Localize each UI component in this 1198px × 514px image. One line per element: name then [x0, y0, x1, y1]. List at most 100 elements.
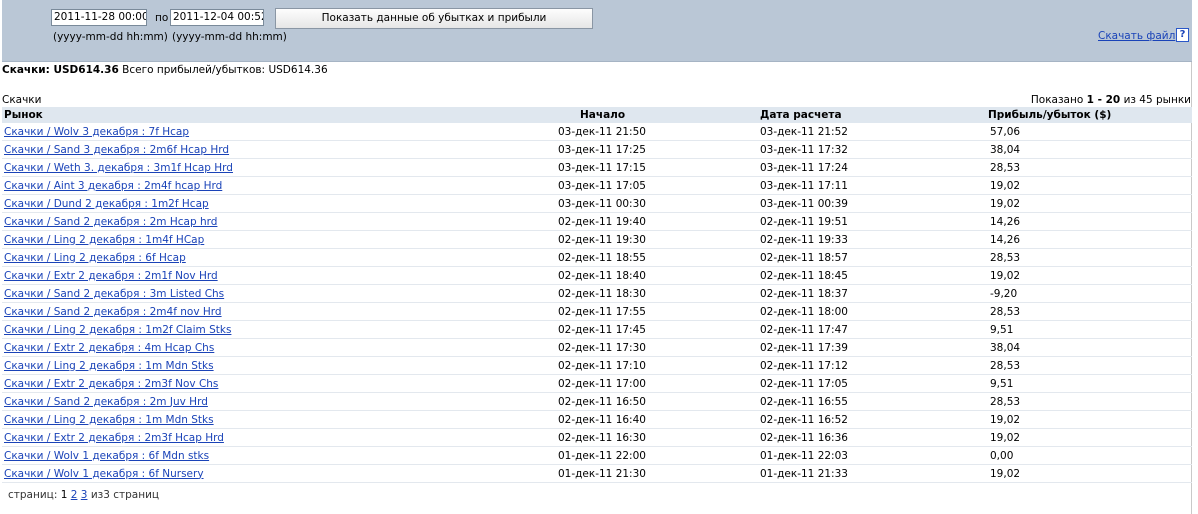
market-link[interactable]: Скачки / Extr 2 декабря : 2m3f Nov Chs	[4, 378, 218, 390]
market-link[interactable]: Скачки / Sand 3 декабря : 2m6f Hcap Hrd	[4, 144, 229, 156]
start-time-cell: 02-дек-11 19:30	[558, 230, 648, 249]
date-from-format-hint: (yyyy-mm-dd hh:mm)	[53, 31, 168, 43]
pl-cell: 19,02	[896, 194, 1192, 213]
market-link[interactable]: Скачки / Extr 2 декабря : 2m1f Nov Hrd	[4, 270, 218, 282]
market-link[interactable]: Скачки / Ling 2 декабря : 6f Hcap	[4, 252, 186, 264]
results-count: Показано 1 - 20 из 45 рынки	[1031, 94, 1191, 106]
market-link[interactable]: Скачки / Ling 2 декабря : 1m4f HCap	[4, 234, 204, 246]
table-row: Скачки / Sand 3 декабря : 2m6f Hcap Hrd 0…	[2, 140, 1192, 159]
settled-time-cell: 03-дек-11 17:11	[648, 176, 896, 195]
market-link[interactable]: Скачки / Sand 2 декабря : 3m Listed Chs	[4, 288, 224, 300]
start-time-cell: 02-дек-11 17:45	[558, 320, 648, 339]
settled-time-cell: 02-дек-11 18:57	[648, 248, 896, 267]
pl-cell: 19,02	[896, 176, 1192, 195]
pl-cell: 14,26	[896, 212, 1192, 231]
settled-time-cell: 03-дек-11 17:32	[648, 140, 896, 159]
start-time-cell: 02-дек-11 17:10	[558, 356, 648, 375]
pnl-page: 2011-11-28 00:00 по 2011-12-04 00:52 (yy…	[0, 0, 1198, 514]
market-cell: Скачки / Wolv 1 декабря : 6f Nursery	[2, 464, 558, 483]
settled-time-cell: 02-дек-11 18:45	[648, 266, 896, 285]
start-time-cell: 02-дек-11 16:30	[558, 428, 648, 447]
pl-cell: 19,02	[896, 266, 1192, 285]
pl-cell: 19,02	[896, 428, 1192, 447]
section-label: Скачки	[2, 94, 42, 106]
market-link[interactable]: Скачки / Wolv 3 декабря : 7f Hcap	[4, 126, 189, 138]
market-link[interactable]: Скачки / Wolv 1 декабря : 6f Nursery	[4, 468, 204, 480]
market-cell: Скачки / Wolv 1 декабря : 6f Mdn stks	[2, 446, 558, 465]
help-icon[interactable]: ?	[1176, 28, 1189, 42]
market-link[interactable]: Скачки / Extr 2 декабря : 2m3f Hcap Hrd	[4, 432, 224, 444]
header-start: Начало	[558, 107, 648, 123]
start-time-cell: 03-дек-11 17:15	[558, 158, 648, 177]
market-link[interactable]: Скачки / Aint 3 декабря : 2m4f hcap Hrd	[4, 180, 222, 192]
category-total: Скачки: USD614.36	[2, 64, 119, 76]
grand-total-label: Всего прибылей/убытков:	[122, 64, 266, 76]
date-from-input[interactable]: 2011-11-28 00:00	[51, 9, 147, 26]
table-row: Скачки / Sand 2 декабря : 2m4f nov Hrd 02…	[2, 302, 1192, 321]
market-link[interactable]: Скачки / Dund 2 декабря : 1m2f Hcap	[4, 198, 209, 210]
pl-cell: 9,51	[896, 320, 1192, 339]
pl-cell: 38,04	[896, 338, 1192, 357]
market-cell: Скачки / Sand 2 декабря : 2m Hcap hrd	[2, 212, 558, 231]
pagination-total: из3 страниц	[90, 489, 160, 501]
start-time-cell: 03-дек-11 17:25	[558, 140, 648, 159]
start-time-cell: 03-дек-11 00:30	[558, 194, 648, 213]
pl-cell: 28,53	[896, 158, 1192, 177]
settled-time-cell: 02-дек-11 16:36	[648, 428, 896, 447]
table-row: Скачки / Ling 2 декабря : 1m Mdn Stks 02-…	[2, 356, 1192, 375]
start-time-cell: 01-дек-11 22:00	[558, 446, 648, 465]
settled-time-cell: 02-дек-11 17:39	[648, 338, 896, 357]
settled-time-cell: 03-дек-11 00:39	[648, 194, 896, 213]
market-link[interactable]: Скачки / Sand 2 декабря : 2m Hcap hrd	[4, 216, 217, 228]
pl-cell: 14,26	[896, 230, 1192, 249]
settled-time-cell: 01-дек-11 21:33	[648, 464, 896, 483]
pl-cell: 19,02	[896, 464, 1192, 483]
market-link[interactable]: Скачки / Ling 2 декабря : 1m Mdn Stks	[4, 414, 214, 426]
market-cell: Скачки / Aint 3 декабря : 2m4f hcap Hrd	[2, 176, 558, 195]
grand-total-value: USD614.36	[268, 64, 328, 76]
header-market: Рынок	[2, 107, 558, 123]
pagination-label: страниц:	[8, 489, 58, 501]
market-link[interactable]: Скачки / Ling 2 декабря : 1m2f Claim Stk…	[4, 324, 231, 336]
pl-cell: 0,00	[896, 446, 1192, 465]
table-row: Скачки / Wolv 1 декабря : 6f Mdn stks 01-…	[2, 446, 1192, 465]
table-header-row: Рынок Начало Дата расчета Прибыль/убыток…	[2, 107, 1192, 123]
start-time-cell: 02-дек-11 19:40	[558, 212, 648, 231]
settled-time-cell: 03-дек-11 17:24	[648, 158, 896, 177]
results-count-suffix: из 45 рынки	[1123, 94, 1191, 106]
start-time-cell: 02-дек-11 18:30	[558, 284, 648, 303]
market-link[interactable]: Скачки / Extr 2 декабря : 4m Hcap Chs	[4, 342, 214, 354]
table-row: Скачки / Ling 2 декабря : 1m4f HCap 02-де…	[2, 230, 1192, 249]
settled-time-cell: 03-дек-11 21:52	[648, 123, 896, 141]
header-pl: Прибыль/убыток ($)	[896, 107, 1192, 123]
pl-cell: -9,20	[896, 284, 1192, 303]
settled-time-cell: 01-дек-11 22:03	[648, 446, 896, 465]
market-cell: Скачки / Ling 2 декабря : 1m2f Claim Stk…	[2, 320, 558, 339]
market-link[interactable]: Скачки / Sand 2 декабря : 2m Juv Hrd	[4, 396, 208, 408]
market-cell: Скачки / Extr 2 декабря : 4m Hcap Chs	[2, 338, 558, 357]
show-pnl-button[interactable]: Показать данные об убытках и прибыли	[275, 8, 593, 29]
start-time-cell: 02-дек-11 17:55	[558, 302, 648, 321]
table-row: Скачки / Sand 2 декабря : 3m Listed Chs 0…	[2, 284, 1192, 303]
table-row: Скачки / Ling 2 декабря : 1m Mdn Stks 02-…	[2, 410, 1192, 429]
pnl-summary: Скачки: USD614.36 Всего прибылей/убытков…	[2, 64, 328, 76]
market-link[interactable]: Скачки / Wolv 1 декабря : 6f Mdn stks	[4, 450, 209, 462]
settled-time-cell: 02-дек-11 17:05	[648, 374, 896, 393]
download-file-link[interactable]: Скачать файл	[1098, 30, 1175, 42]
settled-time-cell: 02-дек-11 16:55	[648, 392, 896, 411]
market-link[interactable]: Скачки / Sand 2 декабря : 2m4f nov Hrd	[4, 306, 222, 318]
market-cell: Скачки / Extr 2 декабря : 2m1f Nov Hrd	[2, 266, 558, 285]
start-time-cell: 03-дек-11 17:05	[558, 176, 648, 195]
market-cell: Скачки / Ling 2 декабря : 1m Mdn Stks	[2, 356, 558, 375]
page-3-link[interactable]: 3	[81, 489, 88, 501]
start-time-cell: 02-дек-11 16:40	[558, 410, 648, 429]
results-count-range: 1 - 20	[1086, 94, 1121, 106]
page-2-link[interactable]: 2	[71, 489, 78, 501]
pagination: страниц: 1 2 3 из3 страниц	[8, 489, 159, 501]
table-row: Скачки / Aint 3 декабря : 2m4f hcap Hrd 0…	[2, 176, 1192, 195]
market-link[interactable]: Скачки / Weth 3. декабря : 3m1f Hcap Hrd	[4, 162, 233, 174]
table-body: Скачки / Wolv 3 декабря : 7f Hcap 03-дек-…	[2, 123, 1192, 483]
date-to-input[interactable]: 2011-12-04 00:52	[170, 9, 264, 26]
table-row: Скачки / Wolv 3 декабря : 7f Hcap 03-дек-…	[2, 123, 1192, 141]
market-link[interactable]: Скачки / Ling 2 декабря : 1m Mdn Stks	[4, 360, 214, 372]
